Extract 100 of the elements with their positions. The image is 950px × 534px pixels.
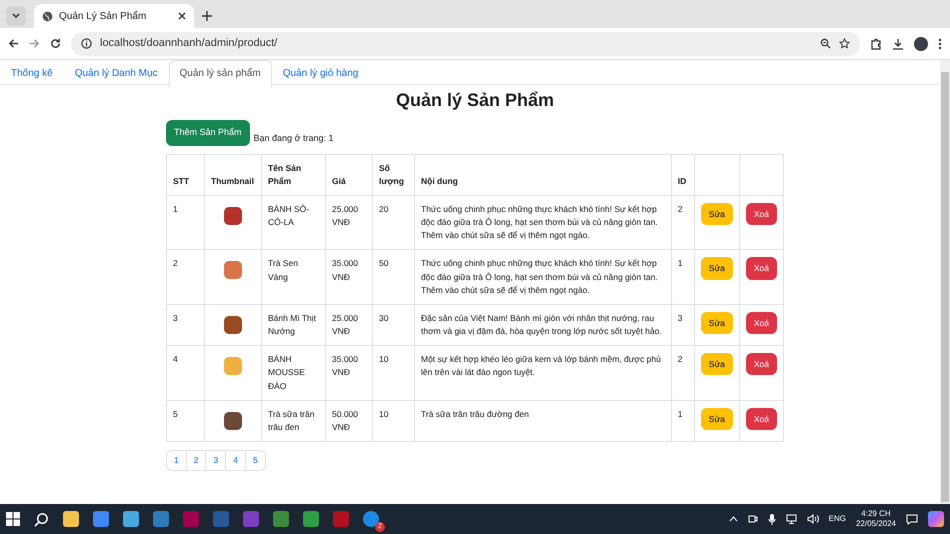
table-cell: 4 [166,346,204,400]
table-cell: BÁNH MOUSSE ĐÀO [262,346,326,400]
table-cell: Một sự kết hợp khéo léo giữa kem và lớp bánh mềm, được phủ lên trên vài lát đào ngon tuyệt. [414,346,672,400]
address-bar[interactable]: localhost/doannhanh/admin/product/ [71,32,860,56]
search-icon[interactable] [34,512,49,526]
column-header: ID [671,154,694,196]
menu-icon[interactable] [938,38,942,50]
edit-button[interactable]: Sửa [700,257,733,280]
product-photo [224,206,242,225]
table-cell: 10 [372,346,414,400]
column-header: STT [166,154,204,196]
forward-icon[interactable] [29,38,40,49]
close-icon[interactable] [178,12,186,20]
table-cell: 3 [166,304,204,346]
edit-button[interactable]: Sửa [700,408,733,430]
taskbar-app-icon[interactable] [93,511,109,527]
scrollbar[interactable] [940,60,950,504]
column-header: Thumbnail [204,154,262,196]
table-cell: 1 [166,195,204,250]
url-text: localhost/doannhanh/admin/product/ [100,36,278,52]
page-link[interactable]: 1 [166,450,187,471]
table-cell: 10 [372,400,414,442]
taskbar-app-icon[interactable] [63,511,79,527]
table-cell: 35.000 VNĐ [326,250,372,304]
product-photo [224,261,242,280]
product-photo [224,412,242,430]
back-icon[interactable] [8,38,19,49]
reload-icon[interactable] [50,38,61,49]
table-cell: BÁNH SÔ-CÔ-LA [262,195,326,250]
taskbar-app-icon[interactable] [153,511,169,527]
clock-date[interactable]: 22/05/2024 [856,519,896,530]
table-cell: 5 [166,400,204,442]
edit-button[interactable]: Sửa [700,312,733,334]
nav-tab[interactable]: Quản lý giỏ hàng [272,60,370,87]
table-cell: 25.000 VNĐ [326,195,372,250]
column-header: Tên Sản Phẩm [262,154,326,196]
tab-title: Quản Lý Sản Phẩm [59,10,148,24]
network-icon[interactable] [786,514,797,524]
taskbar-app-icon[interactable] [363,511,379,527]
taskbar-app-icon[interactable] [123,511,139,527]
speaker-icon[interactable] [806,514,819,524]
globe-icon [42,10,53,22]
page-link[interactable]: 4 [225,450,246,471]
table-cell: Đặc sản của Việt Nam! Bánh mì giòn với nhân thịt nướng, rau thơm và gia vị đậm đà, hòa quyện trong lớp nước sốt tuyệt hảo. [414,304,672,346]
nav-tab[interactable]: Quản lý Danh Mục [64,60,169,87]
table-cell: 25.000 VNĐ [326,304,372,346]
chevron-down-icon [12,13,20,19]
clock-time[interactable]: 4:29 CH [861,508,891,519]
product-photo [224,357,242,376]
taskbar-app-icon[interactable] [273,511,289,527]
table-cell: 20 [372,195,414,250]
delete-button[interactable]: Xoá [746,408,777,430]
table-cell: 3 [671,304,694,346]
profile-avatar-icon[interactable] [914,36,928,50]
page-link[interactable]: 5 [244,450,266,471]
table-cell: Trà sữa trân trâu đen [262,400,326,442]
windows-start-icon[interactable] [6,512,20,526]
nav-tab[interactable]: Quản lý sản phẩm [168,60,272,87]
column-header: Nội dung [414,154,672,196]
info-icon [81,38,92,49]
tab-list-button[interactable] [6,6,26,26]
edit-button[interactable]: Sửa [700,353,733,376]
add-product-button[interactable]: Thêm Sản Phẩm [166,120,250,146]
delete-button[interactable]: Xoá [746,353,777,376]
camera-icon[interactable] [748,514,758,524]
page-info-text: Bạn đang ở trang: 1 [254,132,334,145]
download-icon[interactable] [892,38,904,50]
nav-tab[interactable]: Thống kê [0,60,64,87]
column-header: Giá [326,154,372,196]
table-cell: 2 [671,346,694,400]
edit-button[interactable]: Sửa [700,202,733,226]
language-indicator[interactable]: ENG [828,513,846,525]
delete-button[interactable]: Xoá [746,202,777,226]
microphone-icon[interactable] [768,514,776,524]
chevron-up-icon[interactable] [728,516,738,522]
table-cell: Trà sữa trân trâu đường đen [414,400,672,442]
new-tab-icon[interactable] [202,11,212,21]
delete-button[interactable]: Xoá [746,257,777,280]
puzzle-icon[interactable] [870,38,882,50]
page-link[interactable]: 2 [186,450,206,471]
table-cell: 35.000 VNĐ [326,346,372,400]
page-title: Quản lý Sản Phẩm [394,89,556,112]
table-cell: 50 [372,250,414,304]
table-cell: 2 [671,195,694,250]
browser-tab[interactable]: Quản Lý Sản Phẩm [34,4,194,28]
notification-icon[interactable] [906,514,918,524]
taskbar-app-icon[interactable] [303,511,319,527]
column-header: Số lượng [372,154,414,196]
page-link[interactable]: 3 [205,450,226,471]
product-photo [224,316,242,334]
table-cell: 1 [671,250,694,304]
table-cell: Thức uống chinh phục những thực khách khó tính! Sự kết hợp độc đáo giữa trà Ô long, hạt sen thơm bùi và củ năng giòn tan. Thêm vào chút sữa sẽ để vị thêm ngọt ngào. [414,250,672,304]
table-cell: 1 [671,400,694,442]
zoom-icon[interactable] [820,38,831,49]
delete-button[interactable]: Xoá [746,312,777,334]
table-cell: 30 [372,304,414,346]
table-cell: 2 [166,250,204,304]
star-icon[interactable] [839,38,850,49]
table-cell: Trà Sen Vàng [262,250,326,304]
table-cell: Bánh Mì Thịt Nướng [262,304,326,346]
